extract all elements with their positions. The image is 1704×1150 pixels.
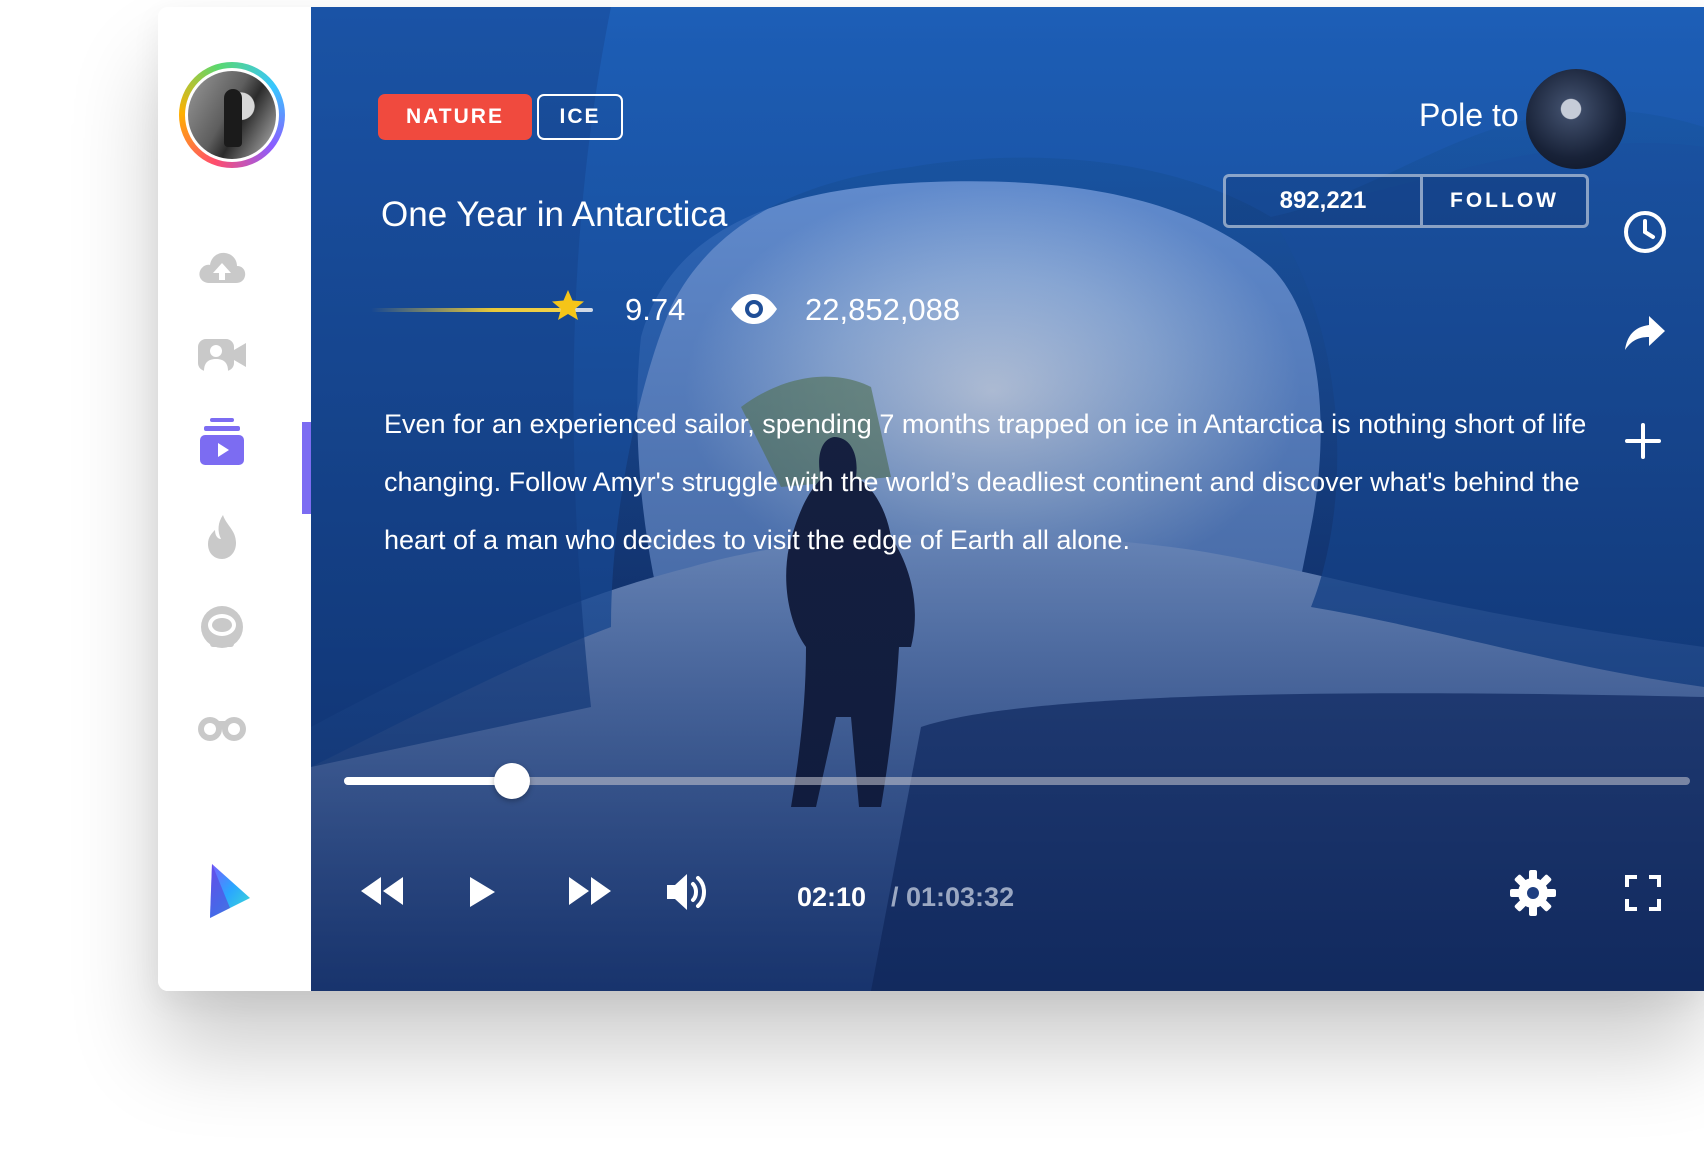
video-title: One Year in Antarctica	[381, 195, 728, 234]
sidebar	[158, 7, 311, 991]
settings-icon[interactable]	[1509, 869, 1557, 917]
progress-scrubber[interactable]	[494, 763, 530, 799]
video-description: Even for an experienced sailor, spending…	[384, 409, 1587, 555]
follow-group: 892,221 FOLLOW	[1223, 174, 1589, 228]
follower-count: 892,221	[1226, 177, 1423, 225]
total-time: / 01:03:32	[891, 882, 1015, 912]
play-icon[interactable]	[467, 875, 497, 909]
view-count: 22,852,088	[805, 292, 961, 327]
sidebar-item-explore[interactable]	[192, 597, 252, 657]
cloud-upload-icon	[199, 252, 246, 283]
brand-logo[interactable]	[206, 862, 252, 920]
fast-forward-icon[interactable]	[567, 875, 613, 907]
rewind-icon[interactable]	[359, 875, 405, 907]
follow-button[interactable]: FOLLOW	[1423, 177, 1586, 225]
rating-value: 9.74	[625, 292, 686, 327]
sidebar-item-watch[interactable]	[192, 695, 252, 755]
progress-fill	[344, 777, 512, 785]
flame-icon	[208, 515, 236, 559]
astronaut-helmet-icon	[201, 606, 243, 648]
tag-nature[interactable]: NATURE	[378, 94, 532, 140]
binoculars-icon	[198, 717, 246, 741]
user-avatar[interactable]	[179, 62, 285, 168]
sidebar-item-upload[interactable]	[192, 237, 252, 297]
app-window: NATURE ICE One Year in Antarctica 9.74 2…	[158, 7, 1704, 991]
video-camera-icon	[198, 339, 246, 371]
tag-ice[interactable]: ICE	[537, 94, 623, 140]
sail-logo-icon	[210, 864, 250, 918]
current-time: 02:10	[797, 882, 867, 912]
eye-icon	[731, 294, 777, 324]
fullscreen-icon[interactable]	[1625, 875, 1661, 911]
video-player[interactable]: NATURE ICE One Year in Antarctica 9.74 2…	[311, 7, 1704, 991]
playlist-play-icon	[200, 418, 244, 465]
plus-icon[interactable]	[1623, 421, 1663, 461]
active-indicator	[302, 422, 311, 514]
channel-avatar[interactable]	[1526, 69, 1626, 169]
sidebar-item-playlists[interactable]	[192, 412, 252, 472]
volume-icon[interactable]	[665, 871, 711, 913]
progress-track[interactable]	[344, 777, 1690, 785]
sidebar-item-videos[interactable]	[192, 325, 252, 385]
star-icon	[552, 290, 584, 320]
sidebar-item-trending[interactable]	[192, 507, 252, 567]
share-icon[interactable]	[1623, 314, 1667, 354]
clock-icon[interactable]	[1623, 210, 1667, 254]
